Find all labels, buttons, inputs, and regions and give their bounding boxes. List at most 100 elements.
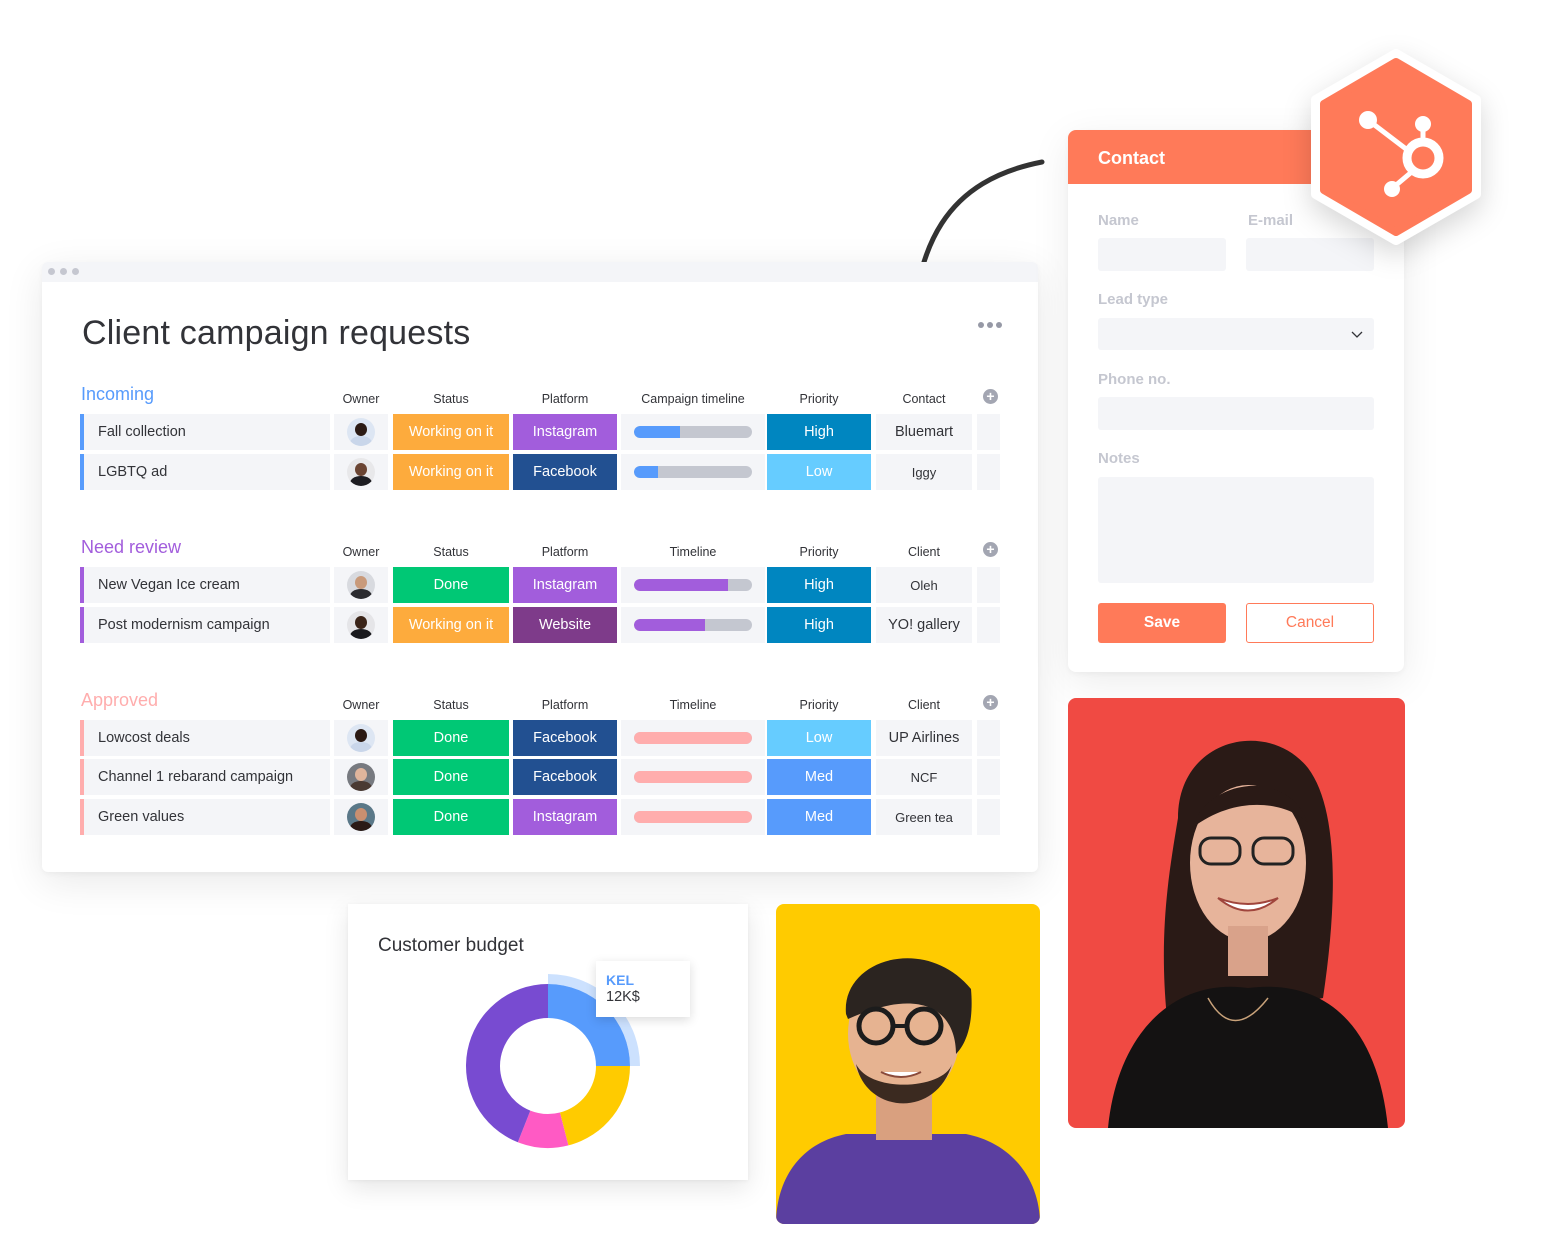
- platform-badge[interactable]: Facebook: [513, 759, 617, 795]
- empty-cell[interactable]: [977, 607, 1000, 643]
- client-cell[interactable]: Green tea: [876, 799, 972, 835]
- owner-cell[interactable]: [334, 607, 388, 643]
- timeline-cell[interactable]: [621, 759, 765, 795]
- priority-badge[interactable]: High: [767, 567, 871, 603]
- owner-cell[interactable]: [334, 454, 388, 490]
- column-header[interactable]: Timeline: [633, 698, 753, 712]
- item-name[interactable]: Fall collection: [80, 414, 330, 450]
- timeline-bar[interactable]: [634, 732, 752, 744]
- platform-badge[interactable]: Instagram: [513, 799, 617, 835]
- owner-cell[interactable]: [334, 567, 388, 603]
- platform-badge[interactable]: Facebook: [513, 454, 617, 490]
- avatar-man-bald-beard[interactable]: [347, 611, 375, 639]
- status-badge[interactable]: Working on it: [393, 607, 509, 643]
- client-cell[interactable]: YO! gallery: [876, 607, 972, 643]
- timeline-bar[interactable]: [634, 771, 752, 783]
- timeline-cell[interactable]: [621, 799, 765, 835]
- status-badge[interactable]: Working on it: [393, 454, 509, 490]
- owner-cell[interactable]: [334, 759, 388, 795]
- priority-badge[interactable]: Low: [767, 720, 871, 756]
- owner-cell[interactable]: [334, 720, 388, 756]
- item-name[interactable]: Post modernism campaign: [80, 607, 330, 643]
- timeline-cell[interactable]: [621, 720, 765, 756]
- avatar-man-bald-smiling[interactable]: [347, 458, 375, 486]
- table-row[interactable]: Channel 1 rebarand campaign Done Facebook M…: [80, 759, 1002, 795]
- empty-cell[interactable]: [977, 567, 1000, 603]
- add-column-icon[interactable]: +: [983, 542, 998, 557]
- notes-textarea[interactable]: [1098, 477, 1374, 583]
- client-cell[interactable]: NCF: [876, 759, 972, 795]
- client-cell[interactable]: UP Airlines: [876, 720, 972, 756]
- timeline-cell[interactable]: [621, 414, 765, 450]
- avatar-woman-smiling[interactable]: [347, 763, 375, 791]
- column-header[interactable]: Platform: [505, 698, 625, 712]
- group-title[interactable]: Approved: [81, 690, 158, 711]
- column-header[interactable]: Client: [864, 698, 984, 712]
- timeline-bar[interactable]: [634, 466, 752, 478]
- empty-cell[interactable]: [977, 720, 1000, 756]
- group-title[interactable]: Incoming: [81, 384, 154, 405]
- status-badge[interactable]: Working on it: [393, 414, 509, 450]
- timeline-bar[interactable]: [634, 426, 752, 438]
- status-badge[interactable]: Done: [393, 720, 509, 756]
- platform-badge[interactable]: Facebook: [513, 720, 617, 756]
- column-header[interactable]: Status: [391, 392, 511, 406]
- priority-badge[interactable]: Med: [767, 799, 871, 835]
- item-name[interactable]: LGBTQ ad: [80, 454, 330, 490]
- priority-badge[interactable]: High: [767, 607, 871, 643]
- table-row[interactable]: Lowcost deals Done Facebook Low UP Airlines: [80, 720, 1002, 756]
- timeline-cell[interactable]: [621, 607, 765, 643]
- empty-cell[interactable]: [977, 759, 1000, 795]
- column-header[interactable]: Campaign timeline: [633, 392, 753, 406]
- platform-badge[interactable]: Instagram: [513, 567, 617, 603]
- item-name[interactable]: Green values: [80, 799, 330, 835]
- platform-badge[interactable]: Website: [513, 607, 617, 643]
- column-header[interactable]: Status: [391, 545, 511, 559]
- window-dot[interactable]: [48, 268, 55, 275]
- item-name[interactable]: New Vegan Ice cream: [80, 567, 330, 603]
- lead-type-select[interactable]: [1098, 318, 1374, 350]
- empty-cell[interactable]: [977, 799, 1000, 835]
- column-header[interactable]: Timeline: [633, 545, 753, 559]
- owner-cell[interactable]: [334, 799, 388, 835]
- window-controls[interactable]: [48, 268, 79, 275]
- avatar-woman-long-hair[interactable]: [347, 803, 375, 831]
- add-column-icon[interactable]: +: [983, 389, 998, 404]
- table-row[interactable]: LGBTQ ad Working on it Facebook Low Iggy: [80, 454, 1002, 490]
- column-header[interactable]: Priority: [759, 545, 879, 559]
- timeline-cell[interactable]: [621, 567, 765, 603]
- table-row[interactable]: New Vegan Ice cream Done Instagram High Oleh: [80, 567, 1002, 603]
- client-cell[interactable]: Iggy: [876, 454, 972, 490]
- item-name[interactable]: Channel 1 rebarand campaign: [80, 759, 330, 795]
- window-dot[interactable]: [72, 268, 79, 275]
- window-dot[interactable]: [60, 268, 67, 275]
- group-title[interactable]: Need review: [81, 537, 181, 558]
- avatar-woman-dark-curly[interactable]: [347, 418, 375, 446]
- donut-slice-1[interactable]: [559, 1066, 630, 1146]
- priority-badge[interactable]: Med: [767, 759, 871, 795]
- name-input[interactable]: [1098, 238, 1226, 271]
- client-cell[interactable]: Bluemart: [876, 414, 972, 450]
- cancel-button[interactable]: Cancel: [1246, 603, 1374, 643]
- table-row[interactable]: Post modernism campaign Working on it Webs…: [80, 607, 1002, 643]
- empty-cell[interactable]: [977, 414, 1000, 450]
- column-header[interactable]: Priority: [759, 698, 879, 712]
- more-options-icon[interactable]: [978, 322, 1002, 328]
- status-badge[interactable]: Done: [393, 799, 509, 835]
- column-header[interactable]: Client: [864, 545, 984, 559]
- status-badge[interactable]: Done: [393, 567, 509, 603]
- timeline-bar[interactable]: [634, 811, 752, 823]
- table-row[interactable]: Fall collection Working on it Instagram Hig…: [80, 414, 1002, 450]
- status-badge[interactable]: Done: [393, 759, 509, 795]
- owner-cell[interactable]: [334, 414, 388, 450]
- empty-cell[interactable]: [977, 454, 1000, 490]
- column-header[interactable]: Priority: [759, 392, 879, 406]
- column-header[interactable]: Contact: [864, 392, 984, 406]
- column-header[interactable]: Platform: [505, 545, 625, 559]
- column-header[interactable]: Platform: [505, 392, 625, 406]
- timeline-bar[interactable]: [634, 579, 752, 591]
- avatar-woman-dark-curly[interactable]: [347, 724, 375, 752]
- avatar-man-beard[interactable]: [347, 571, 375, 599]
- priority-badge[interactable]: Low: [767, 454, 871, 490]
- item-name[interactable]: Lowcost deals: [80, 720, 330, 756]
